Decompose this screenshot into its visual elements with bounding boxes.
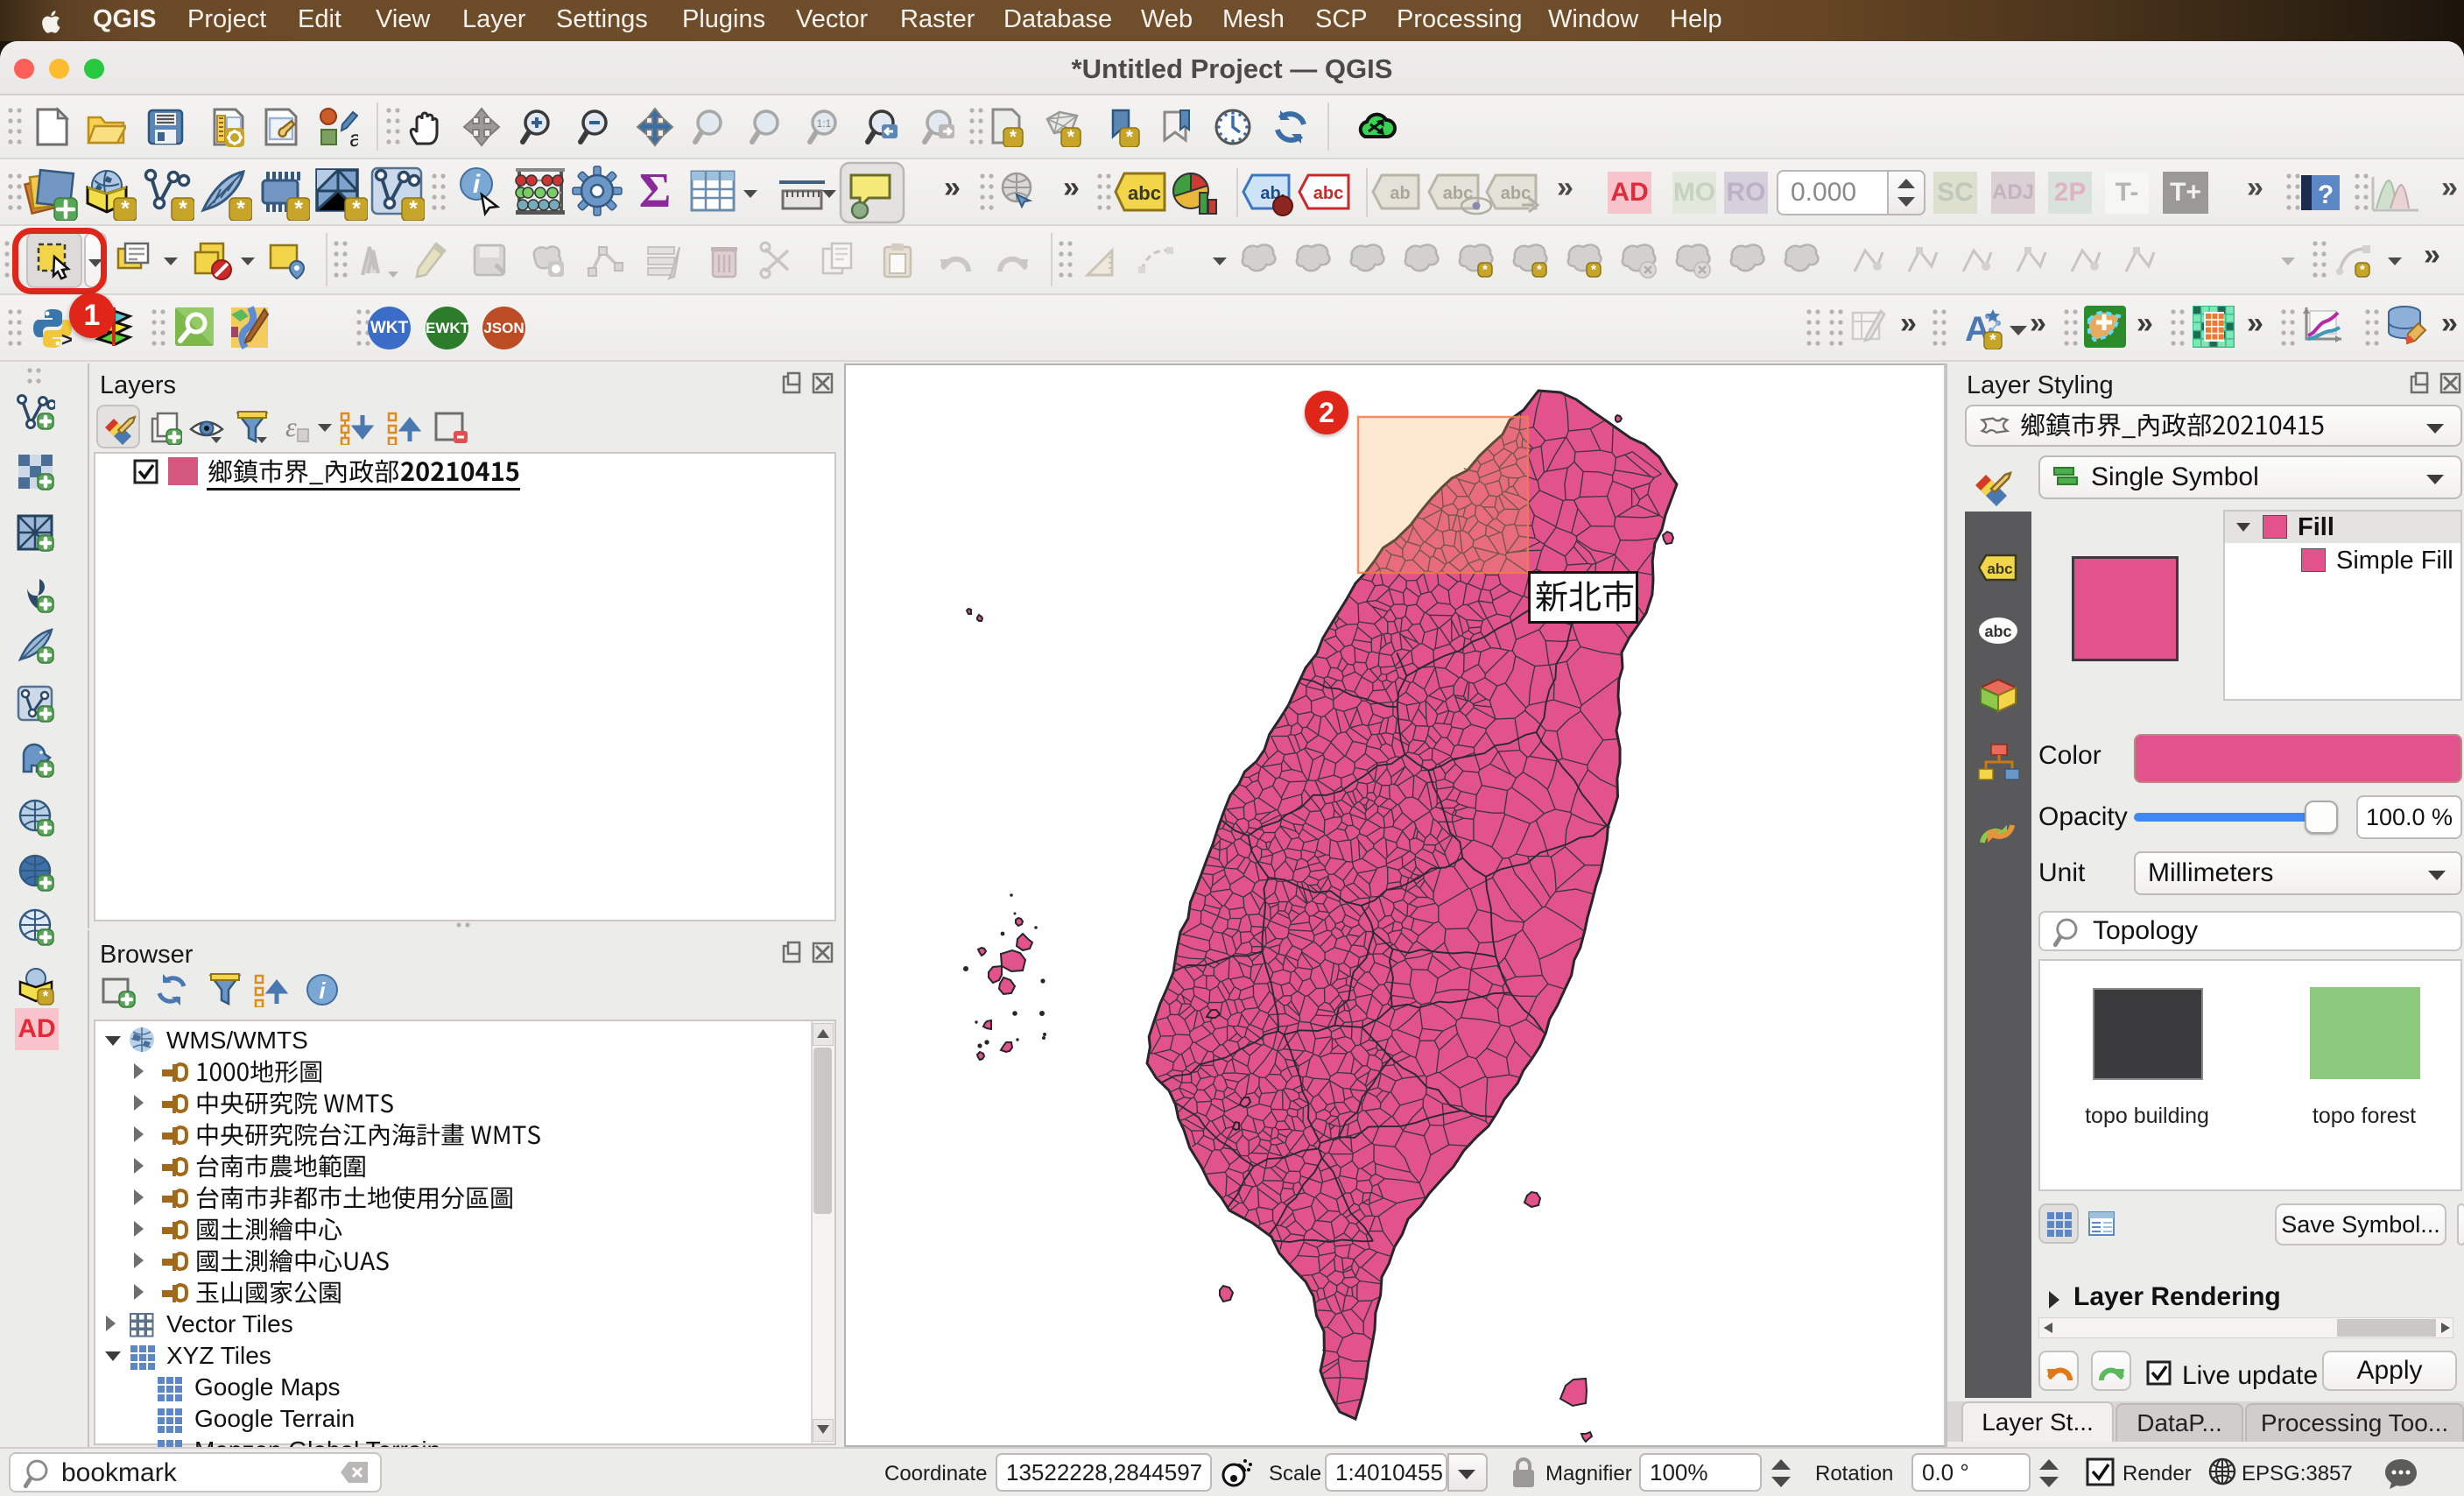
svg-text:*: * [1126, 127, 1134, 147]
svg-text:ε: ε [285, 411, 297, 442]
svg-text:?: ? [2318, 180, 2334, 209]
svg-text:*: * [1010, 127, 1017, 147]
svg-text:*: * [409, 197, 418, 221]
svg-text:*: * [1482, 262, 1488, 277]
svg-text:abc: abc [1987, 561, 2012, 577]
svg-text:Σ: Σ [639, 165, 672, 218]
svg-text:*: * [294, 197, 303, 221]
svg-text:abc: abc [1128, 182, 1161, 204]
svg-text:ab: ab [1390, 184, 1410, 203]
svg-text:i: i [473, 170, 481, 199]
svg-text:*: * [179, 197, 187, 221]
svg-text:abc: abc [1313, 184, 1343, 203]
svg-text:>: > [61, 328, 73, 350]
svg-text:*: * [1989, 332, 1996, 349]
svg-text:*: * [1537, 262, 1542, 277]
svg-text:*: * [352, 197, 361, 221]
svg-text:*: * [121, 197, 130, 221]
svg-text:*: * [1067, 127, 1075, 147]
svg-text:abc: abc [1984, 623, 2011, 640]
svg-text:1:1: 1:1 [817, 117, 832, 130]
svg-text:a: a [349, 125, 358, 147]
svg-text:*: * [236, 197, 245, 221]
svg-text:*: * [1591, 262, 1596, 277]
svg-text:i: i [319, 977, 326, 1004]
svg-text:*: * [2360, 262, 2365, 277]
svg-text:*: * [43, 988, 49, 1005]
